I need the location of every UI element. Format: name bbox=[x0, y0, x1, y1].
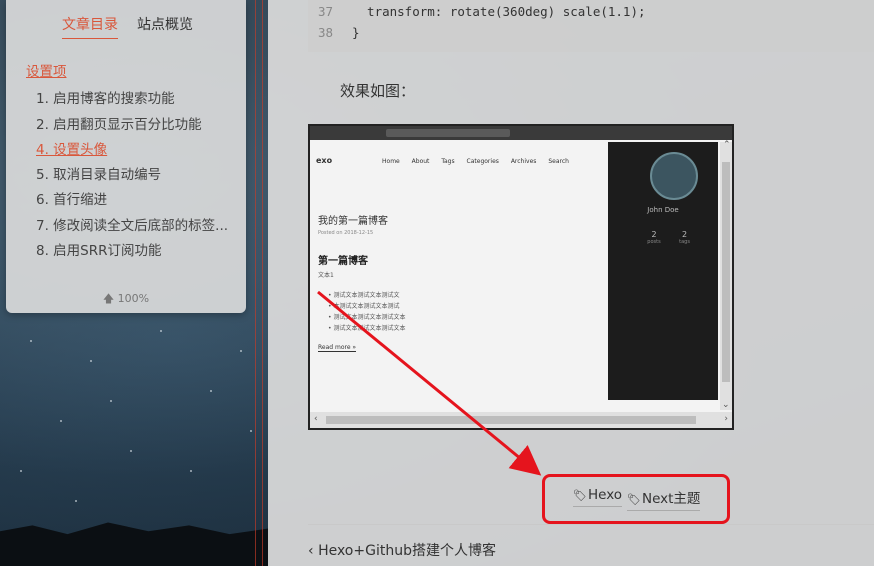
blog-nav: exo Home About Tags Categories Archives … bbox=[316, 156, 602, 165]
line-number: 37 bbox=[318, 4, 334, 19]
nav-tags: Tags bbox=[441, 158, 455, 165]
toc-item-rss[interactable]: 8. 启用SRR订阅功能 bbox=[26, 241, 241, 266]
scroll-left-icon: ‹ bbox=[314, 414, 318, 424]
code-line: 38} bbox=[318, 25, 360, 40]
prev-post-link[interactable]: ‹ Hexo+Github搭建个人博客 bbox=[308, 540, 496, 560]
post-title: 我的第一篇博客 bbox=[318, 216, 388, 227]
bullet-text: 测试文本测试文本测试文本 bbox=[333, 314, 406, 321]
line-number: 38 bbox=[318, 25, 334, 40]
code-line: 37 transform: rotate(360deg) scale(1.1); bbox=[318, 4, 646, 19]
post-heading: 第一篇博客 bbox=[318, 256, 368, 267]
tags-count: 2 bbox=[682, 230, 688, 239]
divider-line bbox=[255, 0, 256, 566]
nav-home: Home bbox=[382, 158, 400, 165]
embedded-screenshot: exo Home About Tags Categories Archives … bbox=[308, 124, 734, 430]
scroll-down-icon: ⌄ bbox=[722, 400, 730, 410]
posts-count: 2 bbox=[651, 230, 657, 239]
browser-toolbar bbox=[310, 126, 732, 140]
url-bar bbox=[386, 129, 510, 137]
read-more-link: Read more » bbox=[318, 344, 357, 352]
tag-icon: 🏷 bbox=[573, 489, 587, 502]
sidebar-tabs: 文章目录 站点概览 bbox=[6, 14, 246, 39]
divider-line bbox=[262, 0, 263, 566]
arrow-up-icon: 🡅 bbox=[102, 292, 115, 305]
scroll-up-icon: ⌃ bbox=[723, 140, 731, 150]
site-stats: 2 posts 2 tags bbox=[640, 230, 699, 245]
toc-list: 设置项 1. 启用博客的搜索功能 2. 启用翻页显示百分比功能 4. 设置头像 … bbox=[26, 62, 241, 266]
tag-link-hexo[interactable]: 🏷Hexo bbox=[573, 487, 623, 507]
toc-panel: 文章目录 站点概览 设置项 1. 启用博客的搜索功能 2. 启用翻页显示百分比功… bbox=[6, 0, 246, 313]
toc-item-tags[interactable]: 7. 修改阅读全文后底部的标签... bbox=[26, 216, 241, 241]
avatar bbox=[650, 152, 698, 200]
reading-progress: 🡅 100% bbox=[6, 290, 246, 309]
scroll-right-icon: › bbox=[724, 414, 728, 424]
author-name: John Doe bbox=[647, 206, 679, 214]
posts-label: posts bbox=[647, 239, 661, 245]
tag-label: Next主题 bbox=[641, 491, 701, 507]
toc-item-indent[interactable]: 6. 首行缩进 bbox=[26, 190, 241, 215]
blog-brand: exo bbox=[316, 156, 333, 165]
code-text: transform: rotate(360deg) scale(1.1); bbox=[352, 4, 646, 19]
post-content: 37 transform: rotate(360deg) scale(1.1);… bbox=[268, 0, 874, 566]
nav-archives: Archives bbox=[510, 158, 537, 165]
divider bbox=[308, 524, 874, 525]
chevron-left-icon: ‹ bbox=[308, 543, 314, 559]
code-text: } bbox=[352, 25, 360, 40]
tag-link-next[interactable]: 🏷Next主题 bbox=[627, 487, 701, 511]
bullet-text: 测试文本测试文本测试文本 bbox=[333, 325, 406, 332]
code-block: 37 transform: rotate(360deg) scale(1.1);… bbox=[308, 0, 874, 52]
toc-item-search[interactable]: 1. 启用博客的搜索功能 bbox=[26, 89, 241, 114]
tab-overview[interactable]: 站点概览 bbox=[137, 14, 193, 38]
nav-about: About bbox=[411, 158, 430, 165]
post-bullets: • 测试文本测试文本测试文 • 本测试文本测试文本测试 • 测试文本测试文本测试… bbox=[328, 292, 406, 332]
prev-post-title: Hexo+Github搭建个人博客 bbox=[318, 543, 496, 559]
blog-sidebar: John Doe 2 posts 2 tags bbox=[608, 142, 718, 400]
tag-label: Hexo bbox=[587, 487, 623, 503]
toc-item-page-percent[interactable]: 2. 启用翻页显示百分比功能 bbox=[26, 115, 241, 140]
post-date: Posted on 2018-12-15 bbox=[318, 230, 374, 236]
tag-icon: 🏷 bbox=[627, 493, 641, 506]
post-subtext: 文本1 bbox=[318, 272, 334, 279]
horizontal-scrollbar: ‹ › bbox=[310, 412, 732, 428]
tab-toc[interactable]: 文章目录 bbox=[62, 14, 118, 39]
toc-item-avatar[interactable]: 4. 设置头像 bbox=[26, 140, 241, 165]
vertical-scrollbar: ⌃ ⌄ bbox=[720, 140, 732, 410]
nav-search: Search bbox=[548, 158, 569, 165]
bullet-text: 本测试文本测试文本测试 bbox=[333, 303, 400, 310]
nav-categories: Categories bbox=[466, 158, 499, 165]
tags-label: tags bbox=[679, 239, 690, 245]
toc-item-numbering[interactable]: 5. 取消目录自动编号 bbox=[26, 165, 241, 190]
effect-caption: 效果如图： bbox=[340, 82, 416, 100]
toc-parent-item[interactable]: 设置项 bbox=[26, 62, 241, 87]
progress-value: 100% bbox=[117, 292, 150, 305]
bullet-text: 测试文本测试文本测试文 bbox=[333, 292, 400, 299]
